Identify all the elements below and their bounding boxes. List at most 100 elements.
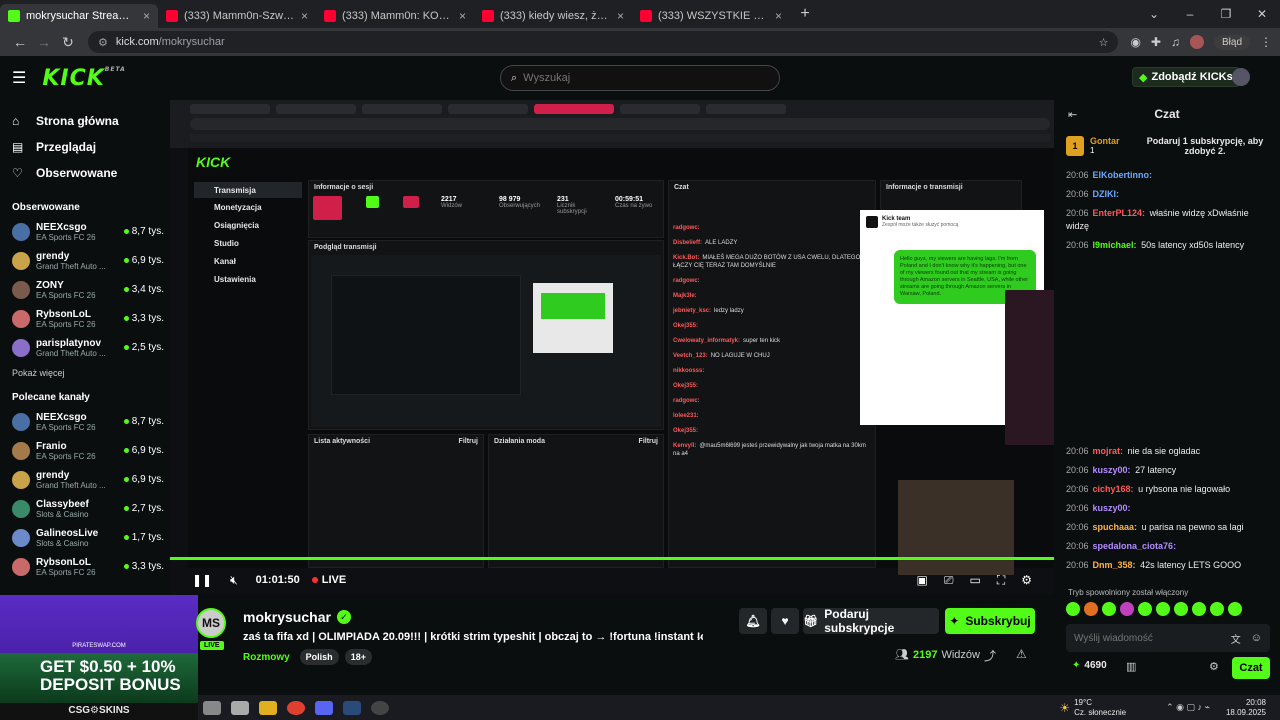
- chat-message[interactable]: 20:06 DZIKI:: [1054, 185, 1280, 204]
- puzzle-icon[interactable]: ✚: [1151, 35, 1161, 49]
- nav-browse[interactable]: ▤ Przeglądaj: [0, 134, 170, 160]
- reload-icon[interactable]: ↻: [56, 34, 80, 51]
- chat-username[interactable]: spedalona_ciota76:: [1093, 541, 1177, 551]
- tag-language[interactable]: Polish: [299, 649, 339, 665]
- send-chat-button[interactable]: Czat: [1232, 657, 1270, 679]
- bookmark-star-icon[interactable]: ☆: [1099, 36, 1109, 49]
- chat-message[interactable]: 20:06 spedalona_ciota76:: [1054, 537, 1280, 556]
- emote-icon[interactable]: [1084, 602, 1098, 616]
- chrome-icon[interactable]: [287, 700, 305, 715]
- chat-message[interactable]: 20:06 mojrat: nie da sie ogladac: [1054, 442, 1280, 461]
- tag-age[interactable]: 18+: [344, 649, 372, 665]
- close-icon[interactable]: ×: [775, 9, 782, 23]
- weather-widget[interactable]: 19°C Cz. słonecznie: [1074, 698, 1126, 718]
- clock[interactable]: 20:08 18.09.2025: [1226, 698, 1266, 718]
- channel-item[interactable]: GalineosLive Slots & Casino 1,7 tys.: [0, 523, 170, 552]
- taskbar-app-icon[interactable]: [203, 700, 221, 715]
- kick-logo[interactable]: KICKBETA: [42, 66, 125, 91]
- chat-message-input[interactable]: [1074, 632, 1231, 644]
- report-icon[interactable]: ⚠: [1016, 647, 1027, 661]
- channel-item[interactable]: grendy Grand Theft Auto ... 6,9 tys.: [0, 465, 170, 494]
- channel-item[interactable]: parisplatynov Grand Theft Auto ... 2,5 tys…: [0, 333, 170, 362]
- site-info-icon[interactable]: ⚙: [98, 36, 108, 49]
- back-icon[interactable]: ←: [8, 34, 32, 50]
- url-field[interactable]: ⚙ kick.com/mokrysuchar ☆: [88, 31, 1119, 53]
- fullscreen-icon[interactable]: ⛶: [997, 573, 1005, 588]
- new-tab-button[interactable]: +: [794, 5, 816, 23]
- chat-message[interactable]: 20:06 cichy168: u rybsona nie lagowało: [1054, 480, 1280, 499]
- category-link[interactable]: Rozmowy: [243, 652, 290, 663]
- maximize-button[interactable]: ❐: [1208, 7, 1244, 21]
- tab-youtube-4[interactable]: (333) WSZYSTKIE historie Mamm×: [632, 4, 790, 28]
- close-icon[interactable]: ×: [301, 9, 308, 23]
- channel-item[interactable]: RybsonLoL EA Sports FC 26 3,3 tys.: [0, 304, 170, 333]
- chat-username[interactable]: kuszy00:: [1093, 503, 1131, 513]
- pinned-sub-goal[interactable]: 1 Gontar 1 Podaruj 1 subskrypcję, aby zd…: [1066, 136, 1270, 156]
- video-player[interactable]: KICK Transmisja Monetyzacja Osiągnięcia …: [170, 100, 1054, 595]
- chat-username[interactable]: EnterPL124:: [1093, 208, 1146, 218]
- tab-search-icon[interactable]: ⌄: [1136, 7, 1172, 21]
- emote-icon[interactable]: [1102, 602, 1116, 616]
- emote-icon[interactable]: [1192, 602, 1206, 616]
- mute-icon[interactable]: 🔇︎: [230, 573, 238, 588]
- pip-icon[interactable]: ▣: [917, 573, 928, 587]
- video-progress-bar[interactable]: [170, 557, 1054, 560]
- media-icon[interactable]: ♫: [1171, 35, 1180, 49]
- taskbar-app-icon[interactable]: [231, 700, 249, 715]
- chat-message[interactable]: 20:06 l9michael: 50s latency xd50s latenc…: [1054, 236, 1280, 255]
- channel-item[interactable]: RybsonLoL EA Sports FC 26 3,3 tys.: [0, 552, 170, 581]
- tab-kick[interactable]: mokrysuchar Stream - Watch Li×: [0, 4, 158, 28]
- collapse-chat-icon[interactable]: ⇤: [1068, 108, 1077, 121]
- chat-username[interactable]: spuchaaa:: [1093, 522, 1138, 532]
- menu-dots-icon[interactable]: ⋮: [1260, 35, 1272, 49]
- channel-points[interactable]: ✦ 4690: [1072, 660, 1107, 671]
- minimize-button[interactable]: –: [1172, 7, 1208, 21]
- obs-icon[interactable]: [371, 700, 389, 715]
- chat-username[interactable]: l9michael:: [1093, 240, 1137, 250]
- chat-message[interactable]: 20:06 kuszy00: 27 latency: [1054, 461, 1280, 480]
- channel-name[interactable]: mokrysuchar: [243, 609, 331, 625]
- chat-username[interactable]: mojrat:: [1093, 446, 1124, 456]
- pause-icon[interactable]: ❚❚: [192, 573, 212, 587]
- steam-icon[interactable]: [343, 700, 361, 715]
- chat-username[interactable]: Dnm_358:: [1093, 560, 1136, 570]
- hamburger-menu-icon[interactable]: ☰: [12, 68, 26, 88]
- channel-item[interactable]: NEEXcsgo EA Sports FC 26 8,7 tys.: [0, 407, 170, 436]
- chat-username[interactable]: ElKobertinno:: [1093, 170, 1153, 180]
- chat-message[interactable]: 20:06 spuchaaa: u parisa na pewno sa lagi: [1054, 518, 1280, 537]
- file-explorer-icon[interactable]: [259, 700, 277, 715]
- store-icon[interactable]: ▥: [1126, 660, 1136, 673]
- chat-username[interactable]: DZIKI:: [1093, 189, 1120, 199]
- discord-icon[interactable]: [315, 700, 333, 715]
- theater-mode-icon[interactable]: ▭: [969, 573, 980, 587]
- emote-icon[interactable]: [1138, 602, 1152, 616]
- share-icon[interactable]: ⤴: [984, 647, 996, 664]
- chat-message[interactable]: 20:06 Dnm_358: 42s latency LETS GOOO: [1054, 556, 1280, 575]
- tab-youtube-1[interactable]: (333) Mamm0n-Szwynie nie da×: [158, 4, 316, 28]
- translate-icon[interactable]: 文: [1231, 631, 1241, 646]
- emote-icon[interactable]: [1228, 602, 1242, 616]
- chat-message[interactable]: 20:06 ElKobertinno:: [1054, 166, 1280, 185]
- subscribe-button[interactable]: ✦ Subskrybuj: [945, 608, 1035, 634]
- emote-icon[interactable]: [1210, 602, 1224, 616]
- expand-title-icon[interactable]: ⌄: [695, 631, 703, 642]
- get-kicks-button[interactable]: ◆ Zdobądź KICKs: [1132, 67, 1240, 87]
- emote-icon[interactable]: [1120, 602, 1134, 616]
- tab-youtube-2[interactable]: (333) Mamm0n: KONSEKWENCJ×: [316, 4, 474, 28]
- emote-icon[interactable]: [1066, 602, 1080, 616]
- tray-icons[interactable]: ⌃ ◉ ▢ ♪ ⌁: [1166, 702, 1210, 713]
- channel-item[interactable]: grendy Grand Theft Auto ... 6,9 tys.: [0, 246, 170, 275]
- close-icon[interactable]: ×: [459, 9, 466, 23]
- browser-error-badge[interactable]: Błąd: [1213, 34, 1250, 50]
- follow-heart-button[interactable]: ♥: [771, 608, 799, 634]
- extension-icon[interactable]: ◉: [1130, 35, 1140, 49]
- chat-message[interactable]: 20:06 kuszy00:: [1054, 499, 1280, 518]
- channel-item[interactable]: ZONY EA Sports FC 26 3,4 tys.: [0, 275, 170, 304]
- chat-username[interactable]: kuszy00:: [1093, 465, 1131, 475]
- forward-icon[interactable]: →: [32, 34, 56, 50]
- notifications-bell-button[interactable]: 🔔︎: [739, 608, 767, 634]
- channel-item[interactable]: Franio EA Sports FC 26 6,9 tys.: [0, 436, 170, 465]
- close-icon[interactable]: ×: [617, 9, 624, 23]
- channel-item[interactable]: Classybeef Slots & Casino 2,7 tys.: [0, 494, 170, 523]
- streamer-avatar[interactable]: MS: [196, 608, 226, 638]
